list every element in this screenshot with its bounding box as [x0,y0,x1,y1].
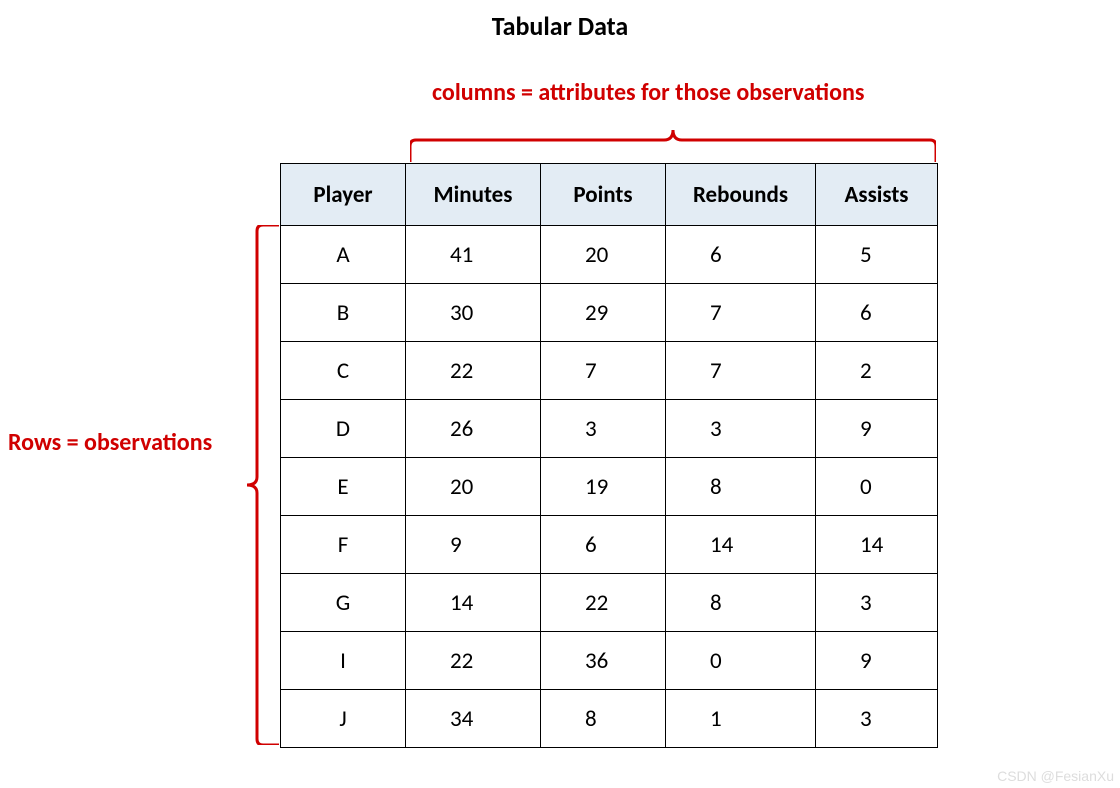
table-row: I223609 [281,632,938,690]
table-cell: 5 [816,226,938,284]
column-header: Minutes [406,164,541,226]
table-cell: 30 [406,284,541,342]
rows-annotation: Rows = observations [8,428,212,457]
column-header: Rebounds [666,164,816,226]
table-cell: 8 [666,574,816,632]
table-cell: 14 [666,516,816,574]
table-cell: 1 [666,690,816,748]
table-cell: 3 [541,400,666,458]
table-cell: J [281,690,406,748]
table-cell: 8 [666,458,816,516]
table-body: A412065B302976C22772D26339E201980F961414… [281,226,938,748]
table-cell: 7 [666,284,816,342]
table-cell: 3 [666,400,816,458]
table-cell: 3 [816,574,938,632]
column-header: Player [281,164,406,226]
table-cell: E [281,458,406,516]
table-row: E201980 [281,458,938,516]
table-cell: 0 [816,458,938,516]
table-cell: 20 [541,226,666,284]
column-header: Points [541,164,666,226]
table-cell: 2 [816,342,938,400]
table-cell: 6 [666,226,816,284]
table-row: D26339 [281,400,938,458]
data-table-container: PlayerMinutesPointsReboundsAssists A4120… [280,163,938,748]
table-cell: 3 [816,690,938,748]
table-row: C22772 [281,342,938,400]
table-cell: 7 [666,342,816,400]
table-cell: 8 [541,690,666,748]
table-cell: 26 [406,400,541,458]
table-cell: G [281,574,406,632]
table-cell: 6 [816,284,938,342]
table-cell: C [281,342,406,400]
table-cell: D [281,400,406,458]
page-title: Tabular Data [0,10,1120,42]
table-cell: 7 [541,342,666,400]
watermark: CSDN @FesianXu [997,768,1114,784]
column-header: Assists [816,164,938,226]
table-row: B302976 [281,284,938,342]
table-cell: 6 [541,516,666,574]
table-cell: 9 [816,632,938,690]
table-cell: 9 [406,516,541,574]
table-header-row: PlayerMinutesPointsReboundsAssists [281,164,938,226]
table-cell: 22 [541,574,666,632]
table-cell: 19 [541,458,666,516]
table-cell: 9 [816,400,938,458]
table-cell: 14 [816,516,938,574]
table-cell: 41 [406,226,541,284]
table-cell: 34 [406,690,541,748]
table-row: F961414 [281,516,938,574]
table-cell: 0 [666,632,816,690]
table-cell: B [281,284,406,342]
data-table: PlayerMinutesPointsReboundsAssists A4120… [280,163,938,748]
table-cell: 36 [541,632,666,690]
columns-brace-icon [410,128,936,162]
table-cell: 14 [406,574,541,632]
table-cell: 22 [406,342,541,400]
table-cell: 20 [406,458,541,516]
columns-annotation: columns = attributes for those observati… [432,78,864,107]
rows-brace-icon [245,225,279,745]
table-row: G142283 [281,574,938,632]
table-row: A412065 [281,226,938,284]
table-row: J34813 [281,690,938,748]
table-cell: A [281,226,406,284]
table-cell: I [281,632,406,690]
table-cell: 29 [541,284,666,342]
table-cell: F [281,516,406,574]
table-cell: 22 [406,632,541,690]
